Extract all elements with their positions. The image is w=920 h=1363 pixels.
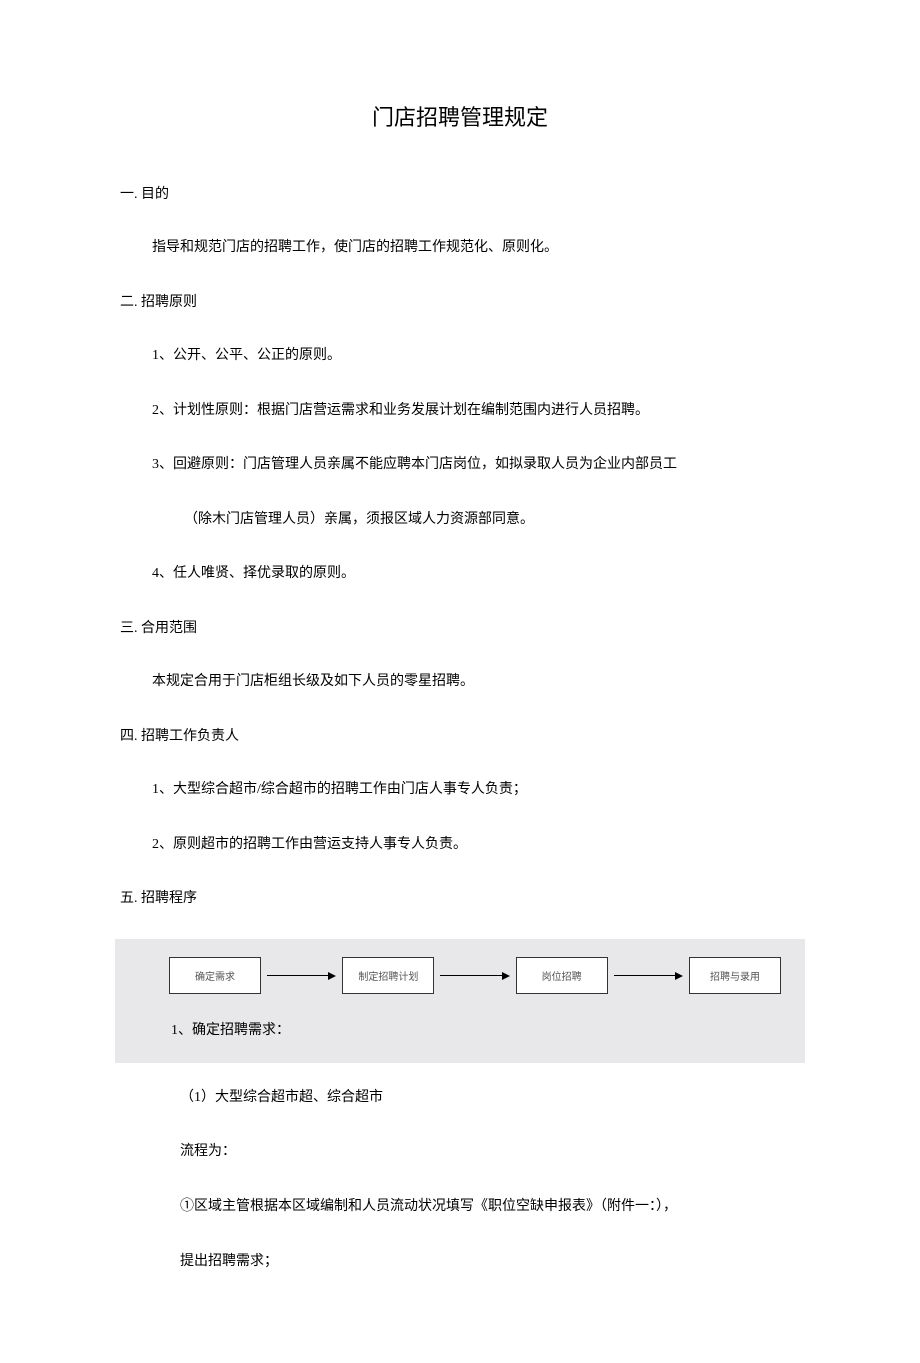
section-2-item-1: 1、公开、公平、公正的原则。 xyxy=(152,343,800,370)
arrow-icon xyxy=(267,972,336,980)
document-title: 门店招聘管理规定 xyxy=(120,100,800,132)
section-4-item-1: 1、大型综合超市/综合超市的招聘工作由门店人事专人负责； xyxy=(152,777,800,804)
section-2-item-2: 2、计划性原则：根据门店营运需求和业务发展计划在编制范围内进行人员招聘。 xyxy=(152,398,800,425)
section-5-sub-4: 提出招聘需求； xyxy=(180,1249,800,1276)
section-2-item-4: 4、任人唯贤、择优录取的原则。 xyxy=(152,561,800,588)
section-5-sub-1: （1）大型综合超市超、综合超市 xyxy=(180,1085,800,1112)
section-5-sub-3: ①区域主管根据本区域编制和人员流动状况填写《职位空缺申报表》（附件一：）， xyxy=(180,1194,800,1221)
section-5-heading: 五. 招聘程序 xyxy=(120,886,800,911)
flow-box-1: 确定需求 xyxy=(169,957,261,994)
section-5-step-1: 1、确定招聘需求： xyxy=(171,1018,781,1045)
section-4-item-2: 2、原则超市的招聘工作由营运支持人事专人负责。 xyxy=(152,832,800,859)
section-5-sub-2: 流程为： xyxy=(180,1139,800,1166)
section-3-text: 本规定合用于门店柜组长级及如下人员的零星招聘。 xyxy=(152,669,800,696)
flow-box-3: 岗位招聘 xyxy=(516,957,608,994)
arrow-icon xyxy=(440,972,509,980)
section-2-item-3a: 3、回避原则：门店管理人员亲属不能应聘本门店岗位，如拟录取人员为企业内部员工 xyxy=(152,452,800,479)
section-1-heading: 一. 目的 xyxy=(120,182,800,207)
section-4-heading: 四. 招聘工作负责人 xyxy=(120,724,800,749)
section-3-heading: 三. 合用范围 xyxy=(120,616,800,641)
arrow-icon xyxy=(614,972,683,980)
flow-box-4: 招聘与录用 xyxy=(689,957,781,994)
flow-diagram-region: 确定需求 制定招聘计划 岗位招聘 招聘与录用 1、确定招聘需求： xyxy=(115,939,805,1063)
section-2-heading: 二. 招聘原则 xyxy=(120,290,800,315)
flow-row: 确定需求 制定招聘计划 岗位招聘 招聘与录用 xyxy=(169,957,781,994)
section-2-item-3b: （除木门店管理人员）亲属，须报区域人力资源部同意。 xyxy=(184,507,800,534)
section-1-text: 指导和规范门店的招聘工作，使门店的招聘工作规范化、原则化。 xyxy=(152,235,800,262)
flow-box-2: 制定招聘计划 xyxy=(342,957,434,994)
document-page: 门店招聘管理规定 一. 目的 指导和规范门店的招聘工作，使门店的招聘工作规范化、… xyxy=(0,0,920,1363)
